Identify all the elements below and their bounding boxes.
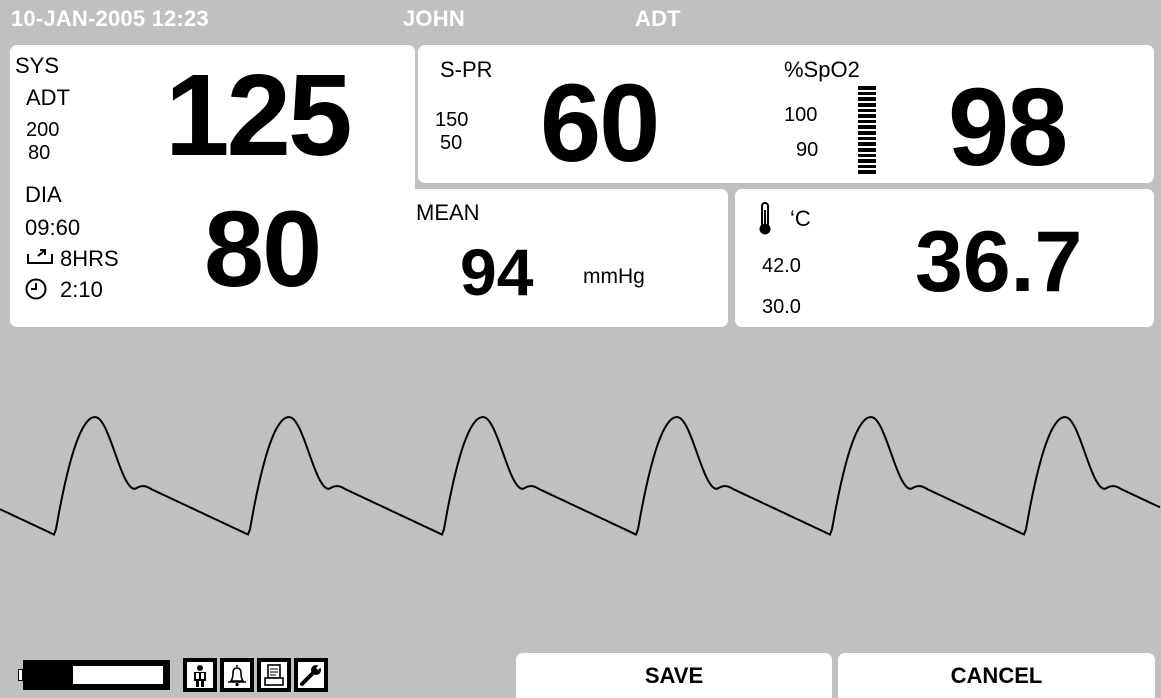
clock-icon [25,278,47,300]
dia-value: 80 [204,188,322,309]
thermometer-icon [759,202,771,235]
mean-panel[interactable]: MEAN 94 mmHg [405,189,728,327]
spo2-bar-segment [858,153,876,158]
header-datetime: 10-JAN-2005 12:23 [11,6,209,31]
nibp-panel[interactable]: SYS ADT 200 80 125 DIA 09:60 8HRS 2:10 8… [10,45,415,327]
spo2-bar-segment [858,125,876,129]
monitor-screen: 10-JAN-2005 12:23 JOHN ADT SYS ADT 200 8… [0,0,1161,698]
spo2-bar-segment [858,114,876,118]
header-patient-name: JOHN [403,6,465,31]
temperature-limit-high: 42.0 [762,255,801,277]
mean-unit: mmHg [583,265,645,288]
spo2-bar-segment [858,136,876,141]
pulse-rate-limit-low: 50 [440,132,463,154]
header-mode: ADT [635,6,681,31]
spo2-bar-segment [858,164,876,169]
cycle-duration-icon [27,249,53,264]
temperature-value: 36.7 [915,214,1083,310]
mean-value: 94 [460,235,534,309]
spo2-bar-segment [858,170,876,174]
sys-limit-high: 200 [26,119,60,141]
spo2-limit-high: 100 [784,104,818,126]
alarm-bell-icon[interactable] [220,658,254,692]
spo2-value: 98 [948,66,1068,189]
spo2-bar-segment [858,159,876,163]
nibp-mode-label: ADT [26,85,70,110]
spo2-label: %SpO2 [784,57,860,82]
spo2-bar-segment [858,147,876,152]
pulse-rate-limit-high: 150 [435,109,469,131]
cycle-interval: 09:60 [25,215,81,240]
spo2-bar-segment [858,131,876,135]
battery-icon [18,660,170,690]
temperature-limit-low: 30.0 [762,296,801,318]
mean-label: MEAN [416,200,480,225]
temperature-panel[interactable]: ‘C 42.0 30.0 36.7 [735,189,1154,327]
patient-icon[interactable] [183,658,217,692]
sys-label: SYS [15,53,60,78]
pleth-trace [0,416,1161,536]
sys-value: 125 [165,50,353,180]
spo2-bar-segment [858,119,876,124]
spo2-signal-bar [858,85,876,175]
spo2-bar-segment [858,86,876,90]
wrench-icon[interactable] [294,658,328,692]
save-button[interactable]: SAVE [516,653,832,698]
pulse-rate-label: S-PR [440,57,493,82]
pulse-rate-value: 60 [540,62,660,185]
spo2-bar-segment [858,142,876,146]
printer-icon[interactable] [257,658,291,692]
pulse-spo2-panel[interactable]: S-PR 150 50 60 %SpO2 100 90 98 [418,45,1154,183]
sys-limit-low: 80 [28,142,51,164]
elapsed-time: 2:10 [60,277,103,302]
spo2-bar-segment [858,97,876,101]
pleth-waveform [0,416,1161,536]
temperature-unit: ‘C [790,206,811,231]
cancel-button[interactable]: CANCEL [838,653,1155,698]
spo2-bar-segment [858,102,876,107]
cycle-duration: 8HRS [60,246,119,271]
dia-label: DIA [25,182,62,207]
spo2-limit-low: 90 [796,139,819,161]
spo2-bar-segment [858,91,876,96]
spo2-bar-segment [858,108,876,113]
